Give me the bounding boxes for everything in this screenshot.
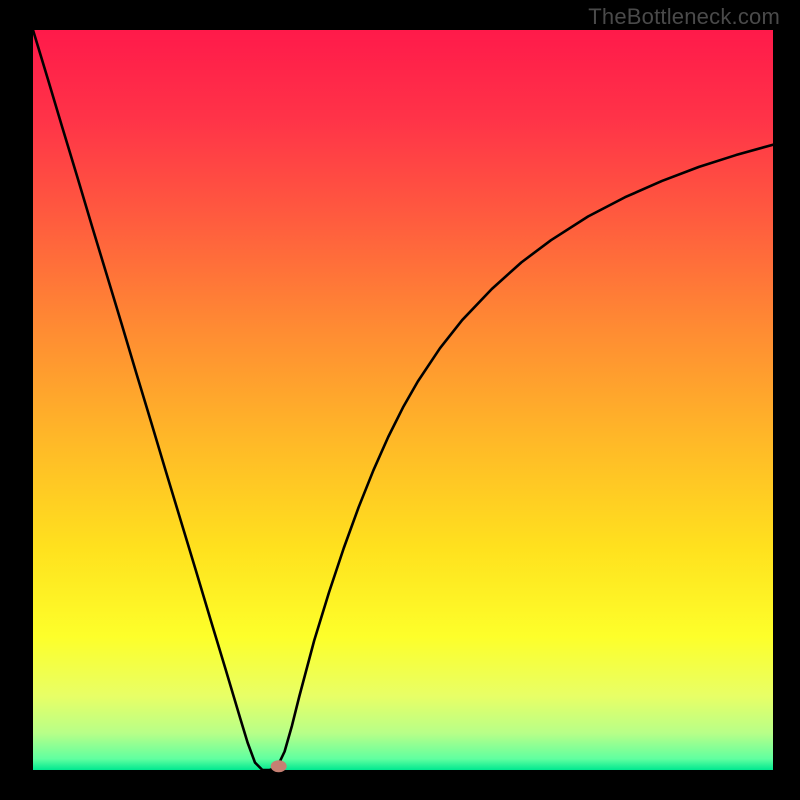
bottleneck-chart — [0, 0, 800, 800]
watermark-text: TheBottleneck.com — [588, 4, 780, 30]
optimal-point-marker — [271, 760, 287, 772]
chart-container: { "watermark": "TheBottleneck.com", "cha… — [0, 0, 800, 800]
